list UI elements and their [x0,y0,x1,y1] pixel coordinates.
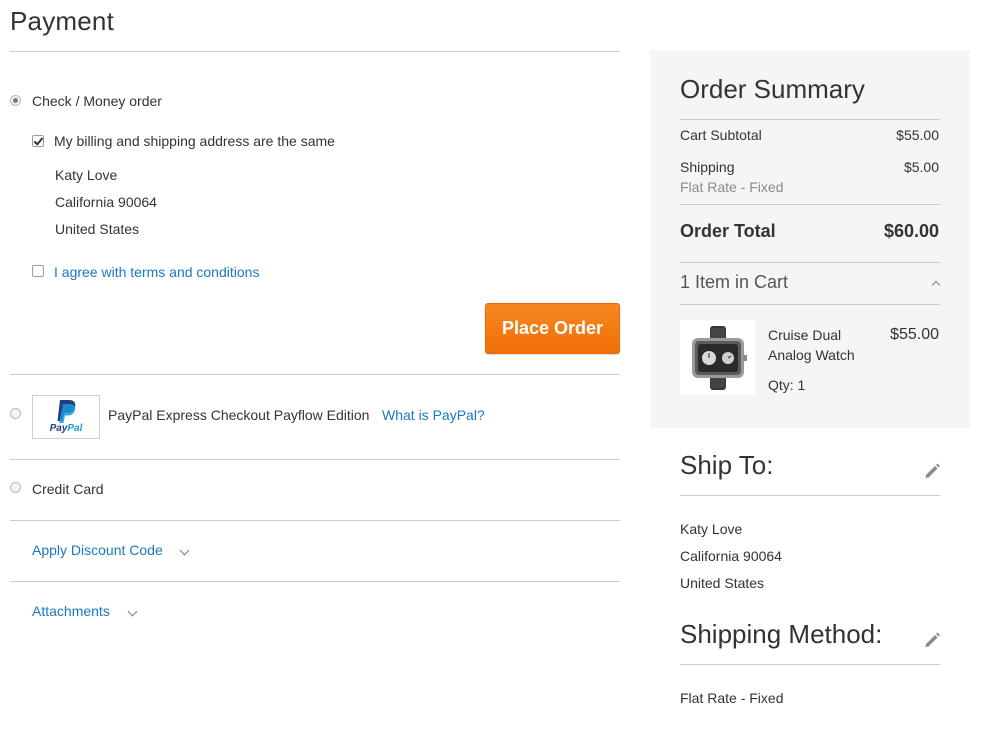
shipping-method-note: Flat Rate - Fixed [680,179,784,195]
agree-terms-link[interactable]: I agree with terms and conditions [54,264,259,280]
items-in-cart-toggle[interactable]: 1 Item in Cart [680,272,788,293]
divider [680,204,940,205]
divider [680,262,940,263]
item-qty: Qty: 1 [768,377,806,393]
paypal-radio[interactable] [10,408,21,419]
agree-terms-checkbox[interactable] [32,265,44,277]
shipping-method-title: Shipping Method: [680,619,883,649]
divider [10,374,620,375]
paypal-logo: PayPal [32,395,100,439]
credit-card-label[interactable]: Credit Card [32,481,104,497]
paypal-logo-text-b: Pal [67,423,83,434]
item-name-line1: Cruise Dual [768,327,842,343]
ship-to-region: California 90064 [680,548,782,564]
edit-pencil-icon[interactable] [923,631,941,649]
credit-card-radio[interactable] [10,482,21,493]
cart-subtotal-label: Cart Subtotal [680,127,762,143]
ship-to-name: Katy Love [680,521,743,537]
billing-same-label[interactable]: My billing and shipping address are the … [54,133,335,149]
order-summary-title: Order Summary [680,74,865,104]
divider [680,664,940,665]
billing-address-name: Katy Love [55,167,118,183]
shipping-method-value: Flat Rate - Fixed [680,690,784,706]
billing-address-region: California 90064 [55,194,157,210]
order-total-label: Order Total [680,221,776,241]
divider [10,581,620,582]
shipping-label: Shipping [680,159,735,175]
attachments-toggle[interactable]: Attachments [32,603,110,619]
divider [680,304,940,305]
page-title: Payment [10,6,115,36]
paypal-label[interactable]: PayPal Express Checkout Payflow Edition [108,407,369,423]
ship-to-country: United States [680,575,765,591]
order-total-value: $60.00 [883,221,939,241]
divider [680,495,940,496]
watch-image [692,326,747,390]
chevron-down-icon[interactable] [179,545,190,556]
chevron-down-icon[interactable] [127,606,138,617]
divider [10,51,620,52]
cart-subtotal-value: $55.00 [896,127,939,143]
paypal-p-icon [57,400,76,423]
product-thumbnail[interactable] [680,320,755,395]
divider [680,119,940,120]
divider [10,459,620,460]
check-money-order-radio[interactable] [10,95,21,106]
item-price: $55.00 [890,326,939,343]
check-money-order-label[interactable]: Check / Money order [32,93,162,109]
shipping-value: $5.00 [903,159,939,175]
billing-address-country: United States [55,221,140,237]
edit-pencil-icon[interactable] [923,462,941,480]
paypal-logo-text: PayPal [33,423,99,434]
divider [10,520,620,521]
what-is-paypal-link[interactable]: What is PayPal? [382,407,485,423]
place-order-button[interactable]: Place Order [485,303,620,354]
billing-same-checkbox[interactable] [32,135,44,147]
ship-to-title: Ship To: [680,450,774,480]
paypal-logo-text-a: Pay [49,423,68,434]
item-name-line2: Analog Watch [768,347,855,363]
apply-discount-toggle[interactable]: Apply Discount Code [32,542,163,558]
